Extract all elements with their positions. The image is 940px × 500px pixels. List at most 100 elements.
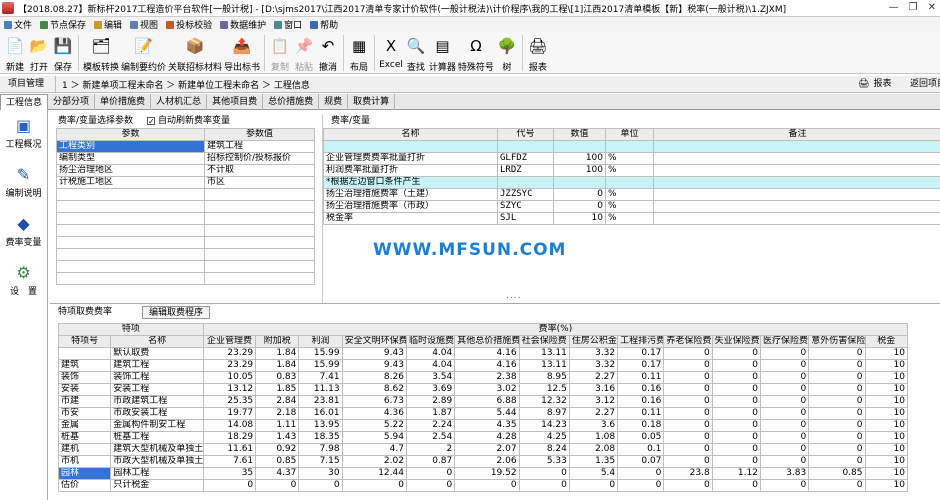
toolbar-button-14[interactable]: Ω 特殊符号 [458, 32, 494, 74]
special-rate-cell[interactable]: 16.01 [298, 407, 343, 420]
special-rate-cell[interactable]: 2 [405, 443, 456, 456]
special-rate-cell[interactable]: 8.62 [341, 383, 407, 396]
special-rate-cell[interactable]: 0.83 [255, 371, 300, 384]
special-rate-cell[interactable]: 3.6 [568, 419, 619, 432]
special-rate-cell[interactable]: 0 [759, 443, 810, 456]
special-rate-cell[interactable]: 4.16 [454, 347, 520, 360]
rates-cell-value[interactable] [553, 140, 606, 153]
special-rate-cell[interactable]: 13.95 [298, 419, 343, 432]
special-rate-cell[interactable]: 0 [759, 407, 810, 420]
special-rate-cell[interactable]: 8.26 [341, 371, 407, 384]
special-rate-cell[interactable]: 6.73 [341, 395, 407, 408]
special-rate-cell[interactable]: 10 [864, 371, 909, 384]
special-rate-cell[interactable]: 10 [864, 455, 909, 468]
special-rate-cell[interactable]: 1.84 [255, 359, 300, 372]
special-rate-cell[interactable]: 35 [202, 467, 257, 480]
special-rate-cell[interactable]: 0 [663, 443, 713, 456]
toolbar-button-0[interactable]: 📄 新建 [4, 32, 26, 74]
special-rate-cell[interactable]: 19.52 [454, 467, 520, 480]
special-rate-cell[interactable]: 0 [711, 347, 761, 360]
special-rate-cell[interactable]: 0.17 [617, 359, 665, 372]
rates-row[interactable] [323, 140, 940, 153]
special-rate-cell[interactable]: 8.24 [518, 443, 570, 456]
toolbar-button-2[interactable]: 💾 保存 [52, 32, 74, 74]
special-rate-cell[interactable]: 8.97 [518, 407, 570, 420]
special-rate-cell[interactable]: 14.08 [202, 419, 257, 432]
special-rate-row[interactable]: 默认取费 23.29 1.84 15.99 9.43 4.04 4.16 13.11 3.32 0… [57, 347, 909, 360]
menu-item-1[interactable]: 节点保存 [38, 18, 92, 31]
special-rate-cell[interactable]: 12.44 [341, 467, 407, 480]
toolbar-button-6[interactable]: 📤 导出标书 [224, 32, 260, 74]
rates-row[interactable]: 扬尘治理措施费率（市政） SZYC 0% [323, 200, 940, 213]
special-rate-cell[interactable]: 0 [808, 479, 866, 492]
special-rate-cell[interactable]: 0 [341, 479, 407, 492]
special-rate-cell[interactable]: 0.87 [405, 455, 456, 468]
special-rate-cell[interactable]: 0 [759, 359, 810, 372]
special-rate-cell[interactable]: 4.37 [255, 467, 300, 480]
param-value[interactable]: 不计取 [204, 164, 315, 177]
special-rate-cell[interactable]: 0.16 [617, 383, 665, 396]
params-row[interactable]: 扬尘治理地区 不计取 [56, 164, 315, 177]
rates-row[interactable]: 扬尘治理措施费率（土建） JZZSYC 0% [323, 188, 940, 201]
menu-item-4[interactable]: 投标校验 [164, 18, 218, 31]
special-rate-cell[interactable]: 3.02 [454, 383, 520, 396]
params-row[interactable]: 计税施工地区 市区 [56, 176, 315, 189]
special-rate-cell[interactable]: 2.89 [405, 395, 456, 408]
special-rate-cell[interactable]: 11.13 [298, 383, 343, 396]
special-rate-cell[interactable]: 1.43 [255, 431, 300, 444]
special-rate-cell[interactable]: 18.35 [298, 431, 343, 444]
special-rate-cell[interactable]: 13.11 [518, 359, 570, 372]
special-rate-cell[interactable]: 10 [864, 431, 909, 444]
special-rate-cell[interactable]: 2.38 [454, 371, 520, 384]
special-rate-cell[interactable]: 30 [298, 467, 343, 480]
special-rate-cell[interactable]: 10 [864, 479, 909, 492]
project-management-tab[interactable]: 项目管理 [0, 75, 56, 93]
rates-cell-value[interactable]: 0 [553, 200, 606, 213]
special-rate-cell[interactable]: 5.44 [454, 407, 520, 420]
special-rate-cell[interactable]: 0 [711, 431, 761, 444]
special-rate-cell[interactable]: 1.85 [255, 383, 300, 396]
special-rate-cell[interactable]: 0.11 [617, 371, 665, 384]
special-rate-row[interactable]: 估价 只计税金 0 0 0 0 0 0 0 0 0 0 0 0 0 10 [57, 479, 909, 492]
special-rate-cell[interactable]: 2.08 [568, 443, 619, 456]
special-rate-cell[interactable]: 15.99 [298, 359, 343, 372]
special-rate-cell[interactable]: 0.11 [617, 407, 665, 420]
edit-fee-program-button[interactable]: 编辑取费程序 [142, 305, 211, 319]
special-rate-row[interactable]: 市机 市政大型机械及单独土石 7.61 0.85 7.15 2.02 0.87 2.06 5.3… [57, 455, 909, 468]
special-rate-cell[interactable]: 2.06 [454, 455, 520, 468]
special-rate-cell[interactable]: 0 [808, 455, 866, 468]
params-row[interactable]: 编制类型 招标控制价/投标报价 [56, 152, 315, 165]
special-rate-cell[interactable]: 10 [864, 347, 909, 360]
special-rate-cell[interactable]: 10 [864, 419, 909, 432]
special-rate-cell[interactable]: 0 [663, 431, 713, 444]
special-rate-cell[interactable]: 0 [663, 371, 713, 384]
special-rate-cell[interactable]: 0 [663, 395, 713, 408]
special-rate-cell[interactable]: 0 [808, 383, 866, 396]
rates-cell-value[interactable]: 100 [553, 152, 606, 165]
menu-item-2[interactable]: 编辑 [92, 18, 128, 31]
special-rate-cell[interactable]: 4.25 [518, 431, 570, 444]
special-rate-cell[interactable]: 0 [711, 419, 761, 432]
special-rate-cell[interactable]: 5.94 [341, 431, 407, 444]
special-rate-cell[interactable]: 23.81 [298, 395, 343, 408]
toolbar-button-5[interactable]: 📦 关联招标材料 [168, 32, 222, 74]
special-rate-cell[interactable]: 12.5 [518, 383, 570, 396]
special-rate-cell[interactable]: 1.84 [255, 347, 300, 360]
special-rate-cell[interactable]: 0 [711, 359, 761, 372]
rates-row[interactable]: 利润费率批量打折 LRDZ 100% [323, 164, 940, 177]
left-nav-item-3[interactable]: ⚙ 设 置 [0, 262, 47, 298]
special-rate-cell[interactable]: 15.99 [298, 347, 343, 360]
special-rate-cell[interactable]: 4.04 [405, 359, 456, 372]
toolbar-button-10[interactable]: ▦ 布局 [348, 32, 370, 74]
special-rate-cell[interactable]: 19.77 [202, 407, 257, 420]
special-rate-cell[interactable]: 1.35 [568, 455, 619, 468]
left-nav-item-1[interactable]: ✎ 编制说明 [0, 164, 47, 200]
special-rate-cell[interactable]: 0 [518, 467, 570, 480]
special-rate-cell[interactable]: 0.17 [617, 347, 665, 360]
tab-1[interactable]: 分部分项 [48, 94, 96, 110]
special-rate-cell[interactable]: 18.29 [202, 431, 257, 444]
special-rate-cell[interactable]: 0 [454, 479, 520, 492]
special-rate-cell[interactable]: 23.29 [202, 347, 257, 360]
menu-item-3[interactable]: 视图 [128, 18, 164, 31]
special-rate-cell[interactable]: 0 [568, 479, 619, 492]
